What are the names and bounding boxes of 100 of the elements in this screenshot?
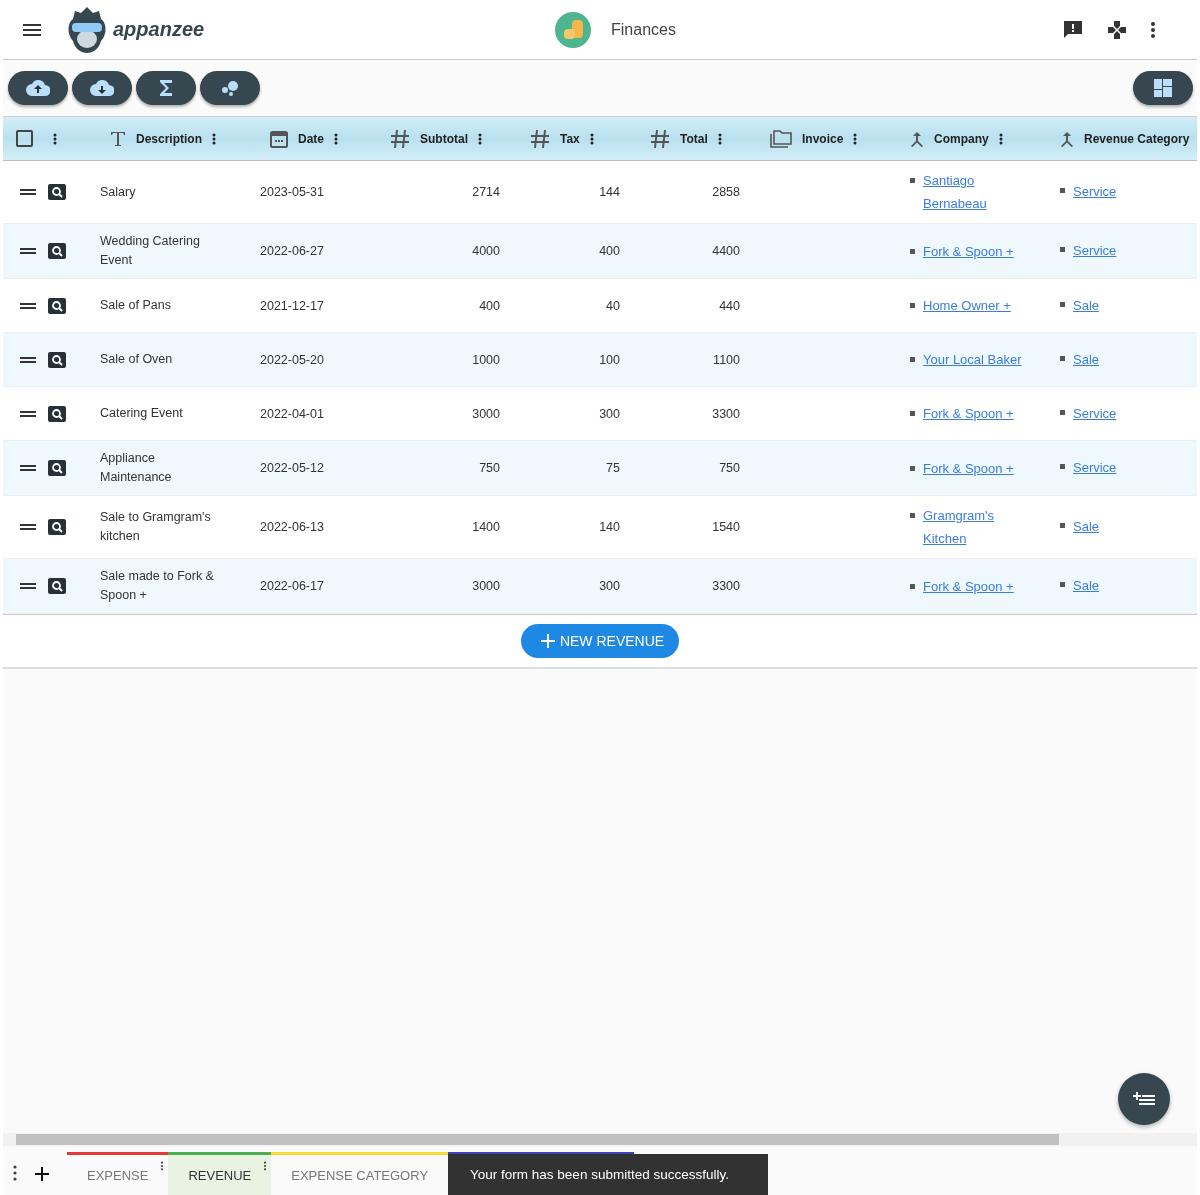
bullet-icon <box>910 411 915 416</box>
bubbles-button[interactable] <box>200 71 260 105</box>
total-cell: 440 <box>719 298 740 313</box>
column-header[interactable]: Subtotal <box>420 131 468 146</box>
view-record-icon[interactable] <box>48 351 66 368</box>
bullet-icon <box>1060 355 1065 361</box>
tax-cell: 300 <box>599 406 620 421</box>
subtotal-cell: 400 <box>479 298 500 313</box>
tab-menu-icon[interactable] <box>160 1161 165 1171</box>
column-menu-icon[interactable] <box>212 132 216 145</box>
category-link[interactable]: Sale <box>1073 297 1100 313</box>
feedback-icon[interactable] <box>1063 19 1083 40</box>
tax-cell: 400 <box>599 244 620 258</box>
new-revenue-button[interactable]: NEW REVENUE <box>520 624 680 658</box>
dashboard-button[interactable] <box>1133 71 1193 105</box>
bullet-icon <box>910 303 915 308</box>
company-link[interactable]: Gramgram's Kitchen <box>923 504 1030 550</box>
company-link[interactable]: Home Owner + <box>923 294 1011 317</box>
bullet-icon <box>910 583 915 589</box>
bullet-icon <box>1060 188 1065 193</box>
column-header[interactable]: Description <box>136 131 202 146</box>
category-link[interactable]: Service <box>1073 460 1117 475</box>
merge-arrow-icon <box>910 130 924 147</box>
column-header[interactable]: Invoice <box>802 131 844 146</box>
drag-handle-icon[interactable] <box>20 189 36 195</box>
subtotal-cell: 2714 <box>472 185 500 199</box>
bubbles-icon <box>221 80 239 96</box>
view-record-icon[interactable] <box>48 578 66 594</box>
category-link[interactable]: Service <box>1073 405 1117 421</box>
column-menu-icon[interactable] <box>998 132 1003 145</box>
category-link[interactable]: Sale <box>1073 578 1100 593</box>
more-icon[interactable] <box>13 1165 17 1181</box>
column-header[interactable]: Tax <box>560 131 580 146</box>
description-cell-text: Sale of Oven <box>100 351 173 368</box>
tax-cell: 100 <box>599 352 620 367</box>
sum-button[interactable] <box>136 71 196 105</box>
company-link[interactable]: Fork & Spoon + <box>923 402 1014 425</box>
subtotal-cell: 750 <box>479 461 500 475</box>
tab-menu-icon[interactable] <box>263 1161 268 1171</box>
merge-arrow-icon <box>1060 130 1074 147</box>
sigma-icon <box>160 80 172 96</box>
view-record-icon[interactable] <box>48 519 66 535</box>
date-cell: 2022-06-27 <box>260 244 324 258</box>
company-link[interactable]: Fork & Spoon + <box>923 456 1014 480</box>
subtotal-cell: 4000 <box>472 244 500 258</box>
add-icon[interactable] <box>35 1167 49 1181</box>
drag-handle-icon[interactable] <box>20 410 36 417</box>
download-button[interactable] <box>72 71 132 105</box>
total-cell: 3300 <box>712 579 740 593</box>
column-menu-icon[interactable] <box>334 132 338 145</box>
view-record-icon[interactable] <box>48 243 66 259</box>
upload-button[interactable] <box>8 71 68 105</box>
company-link[interactable]: Fork & Spoon + <box>923 574 1014 598</box>
view-record-icon[interactable] <box>48 405 66 422</box>
column-header[interactable]: Total <box>680 131 708 146</box>
hash-icon <box>530 128 550 149</box>
date-cell: 2022-06-17 <box>260 579 324 593</box>
company-link[interactable]: Your Local Baker <box>923 348 1022 371</box>
company-link[interactable]: Fork & Spoon + <box>923 239 1014 263</box>
column-header[interactable]: Company <box>934 131 989 146</box>
app-title: Finances <box>611 21 676 39</box>
view-record-icon[interactable] <box>48 184 66 200</box>
more-icon[interactable] <box>1151 21 1155 38</box>
sheet-tab[interactable]: EXPENSE <box>67 1155 169 1195</box>
folders-icon <box>770 129 792 148</box>
column-menu-icon[interactable] <box>717 132 722 145</box>
tax-cell: 300 <box>599 579 620 593</box>
select-all-checkbox[interactable] <box>16 130 33 147</box>
horizontal-scrollbar[interactable] <box>3 1133 1197 1146</box>
add-list-button[interactable] <box>1118 1073 1170 1125</box>
snackbar: Your form has been submitted successfully. <box>448 1154 769 1195</box>
column-header[interactable]: Date <box>298 131 324 146</box>
column-menu-icon[interactable] <box>53 132 57 145</box>
drag-handle-icon[interactable] <box>20 302 36 309</box>
drag-handle-icon[interactable] <box>20 583 36 589</box>
column-header[interactable]: Revenue Category <box>1084 131 1190 146</box>
view-record-icon[interactable] <box>48 297 66 314</box>
gamepad-icon[interactable] <box>1107 19 1127 40</box>
sheet-tab[interactable]: EXPENSE CATEGORY <box>271 1155 449 1195</box>
add-list-icon <box>1133 1092 1155 1106</box>
view-record-icon[interactable] <box>48 460 66 476</box>
hash-icon <box>650 128 670 149</box>
column-menu-icon[interactable] <box>853 132 858 145</box>
drag-handle-icon[interactable] <box>20 248 36 254</box>
category-link[interactable]: Sale <box>1073 519 1100 534</box>
hash-icon <box>390 128 410 149</box>
date-cell: 2021-12-17 <box>260 298 324 313</box>
category-link[interactable]: Sale <box>1073 351 1100 367</box>
column-menu-icon[interactable] <box>478 132 482 145</box>
category-link[interactable]: Service <box>1073 184 1117 199</box>
dashboard-icon <box>1154 79 1172 97</box>
bullet-icon <box>1060 523 1065 528</box>
drag-handle-icon[interactable] <box>20 356 36 363</box>
company-link[interactable]: Santiago Bernabeau <box>923 169 1030 215</box>
column-menu-icon[interactable] <box>589 132 594 145</box>
drag-handle-icon[interactable] <box>20 524 36 530</box>
menu-icon[interactable] <box>23 23 41 36</box>
drag-handle-icon[interactable] <box>20 465 36 471</box>
sheet-tab[interactable]: REVENUE <box>168 1155 272 1195</box>
category-link[interactable]: Service <box>1073 243 1117 258</box>
